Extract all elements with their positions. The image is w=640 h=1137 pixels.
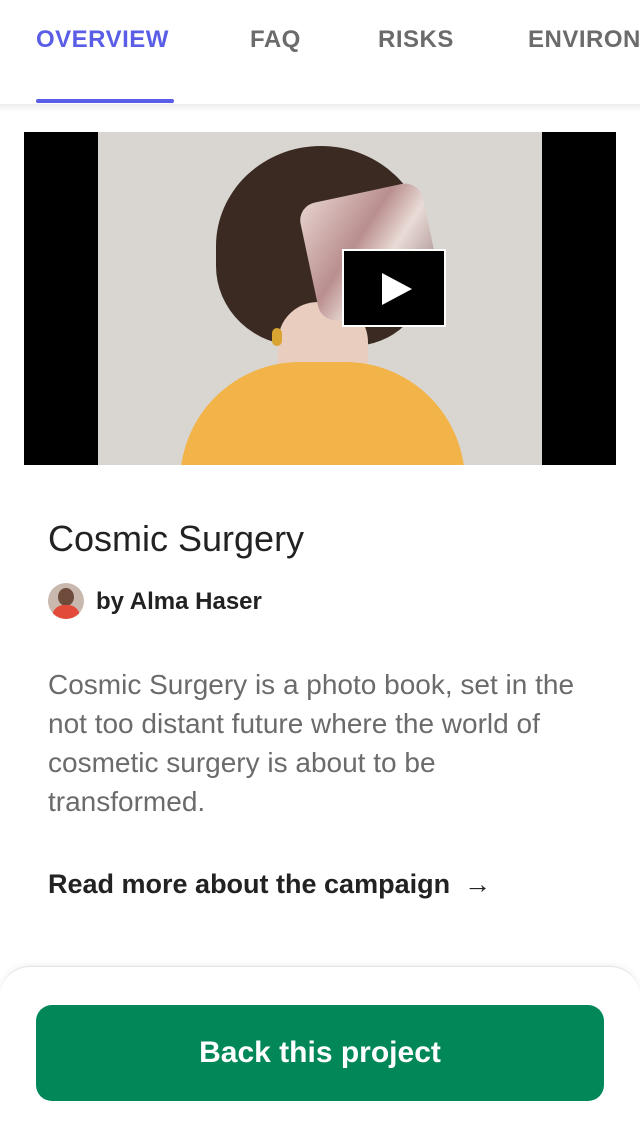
avatar[interactable] [48,583,84,619]
tab-overview[interactable]: OVERVIEW [36,26,169,54]
tab-bar-shadow [0,104,640,112]
project-video[interactable] [24,132,616,465]
arrow-right-icon: → [464,869,492,899]
project-description: Cosmic Surgery is a photo book, set in t… [48,669,575,817]
project-title: Cosmic Surgery [48,518,305,559]
play-icon [382,273,412,305]
avatar-head [58,588,74,606]
thumbnail-earring [272,328,282,346]
read-more-label: Read more about the campaign [48,869,451,899]
video-thumbnail [98,132,542,465]
active-tab-indicator [36,99,174,103]
thumbnail-sweater [180,362,465,465]
tab-bar: OVERVIEW FAQ RISKS ENVIRONMENTAL COMMITM… [0,0,640,104]
creator-name[interactable]: by Alma Haser [96,588,262,616]
play-button[interactable] [342,249,446,327]
back-project-button[interactable]: Back this project [36,1005,604,1101]
avatar-body [52,605,80,619]
tab-faq[interactable]: FAQ [250,26,301,54]
read-more-link[interactable]: Read more about the campaign → [48,869,491,900]
tab-environmental-commitments[interactable]: ENVIRONMENTAL COMMITMENTS [528,26,640,54]
tab-risks[interactable]: RISKS [378,26,454,54]
bottom-action-panel: Back this project [0,966,640,1137]
